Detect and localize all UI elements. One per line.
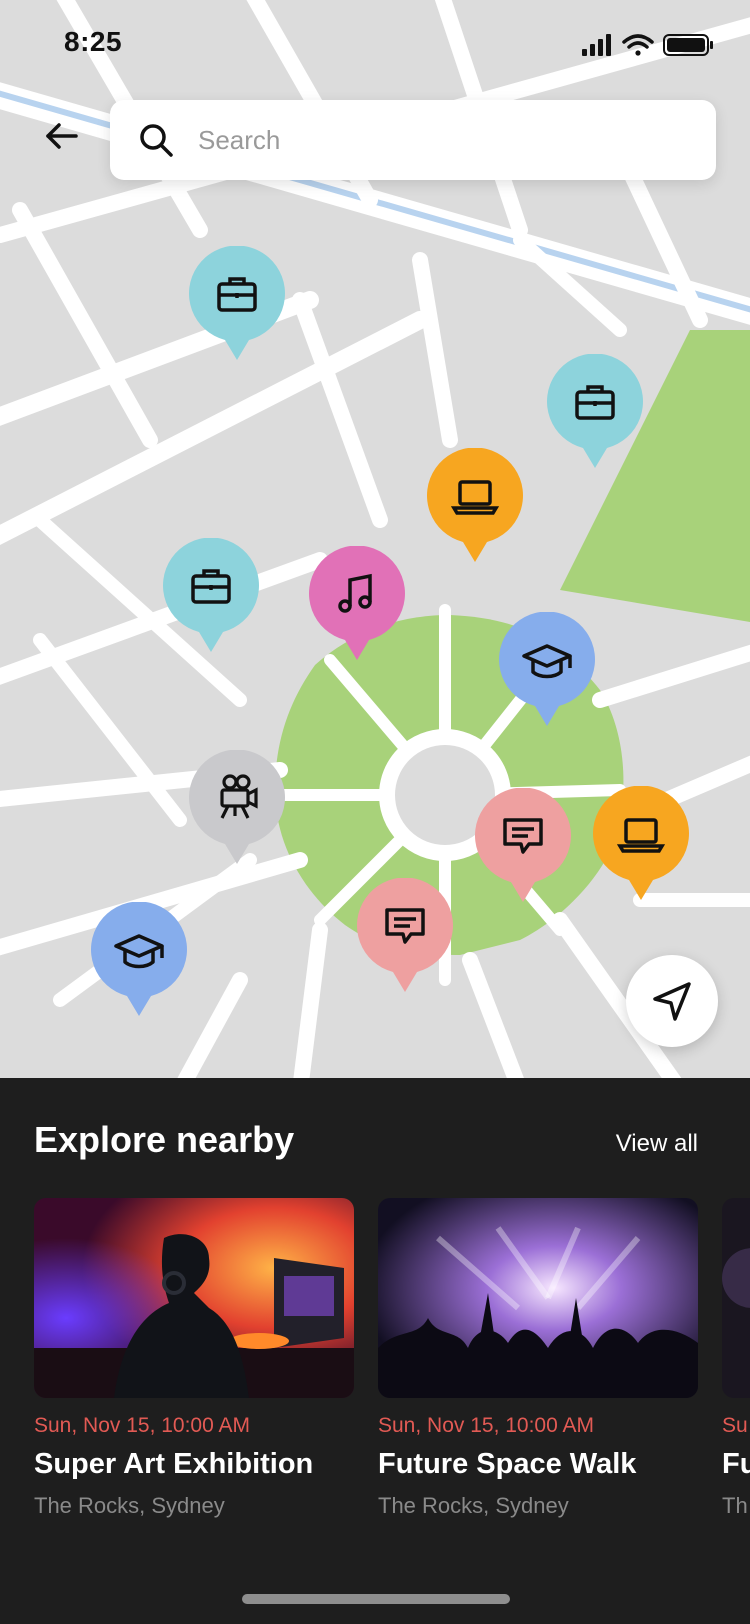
graduation-cap-icon xyxy=(522,644,572,679)
event-date: Sun, Nov 15, 10:00 AM xyxy=(34,1414,250,1437)
event-location: Th xyxy=(722,1493,748,1518)
event-title: Future Space Walk xyxy=(378,1448,637,1480)
laptop-icon xyxy=(616,818,666,853)
locate-me-button[interactable] xyxy=(626,955,718,1047)
map-pin-business[interactable] xyxy=(188,246,286,360)
status-bar: 8:25 xyxy=(0,0,750,92)
event-image xyxy=(722,1198,750,1398)
home-indicator[interactable] xyxy=(242,1594,510,1604)
event-date: Sun, Nov 15, 10:00 AM xyxy=(378,1414,594,1437)
map-pin-business[interactable] xyxy=(162,538,260,652)
event-card[interactable]: Su Fu Th xyxy=(722,1198,750,1519)
signal-icon xyxy=(582,34,611,56)
briefcase-icon xyxy=(575,385,615,420)
navigation-arrow-icon xyxy=(653,982,691,1021)
search-bar[interactable] xyxy=(110,100,716,180)
search-input[interactable] xyxy=(196,123,680,157)
explore-panel: Explore nearby View all Sun, Nov 15, 10:… xyxy=(0,1078,750,1624)
map-pin-music[interactable] xyxy=(308,546,406,660)
event-location: The Rocks, Sydney xyxy=(378,1493,569,1518)
section-title: Explore nearby xyxy=(34,1119,295,1160)
event-image xyxy=(378,1198,698,1398)
back-button[interactable] xyxy=(38,112,86,160)
chat-bubble-icon xyxy=(503,818,543,854)
event-carousel[interactable]: Sun, Nov 15, 10:00 AM Super Art Exhibiti… xyxy=(34,1198,750,1538)
map-pin-chat[interactable] xyxy=(474,788,572,902)
map-pin-education[interactable] xyxy=(90,902,188,1016)
graduation-cap-icon xyxy=(114,934,164,969)
event-image xyxy=(34,1198,354,1398)
map-pin-business[interactable] xyxy=(546,354,644,468)
event-card[interactable]: Sun, Nov 15, 10:00 AM Future Space Walk … xyxy=(378,1198,698,1519)
music-note-icon xyxy=(338,573,372,613)
map-pin-tech[interactable] xyxy=(426,448,524,562)
briefcase-icon xyxy=(191,569,231,604)
view-all-link[interactable]: View all xyxy=(616,1130,698,1158)
event-title: Super Art Exhibition xyxy=(34,1448,314,1480)
video-camera-icon xyxy=(220,774,258,819)
event-date: Su xyxy=(722,1414,748,1437)
status-time: 8:25 xyxy=(64,26,123,57)
chat-bubble-icon xyxy=(385,908,425,944)
event-title: Fu xyxy=(722,1448,750,1480)
map-pin-tech[interactable] xyxy=(592,786,690,900)
map-pin-film[interactable] xyxy=(188,750,286,864)
laptop-icon xyxy=(450,480,500,515)
event-card[interactable]: Sun, Nov 15, 10:00 AM Super Art Exhibiti… xyxy=(34,1198,354,1519)
arrow-left-icon xyxy=(46,123,78,149)
briefcase-icon xyxy=(217,277,257,312)
event-location: The Rocks, Sydney xyxy=(34,1493,225,1518)
wifi-icon xyxy=(622,34,654,56)
map-pin-chat[interactable] xyxy=(356,878,454,992)
status-icons xyxy=(582,34,713,56)
map-pin-education[interactable] xyxy=(498,612,596,726)
search-icon xyxy=(140,124,173,157)
battery-icon xyxy=(663,34,713,56)
